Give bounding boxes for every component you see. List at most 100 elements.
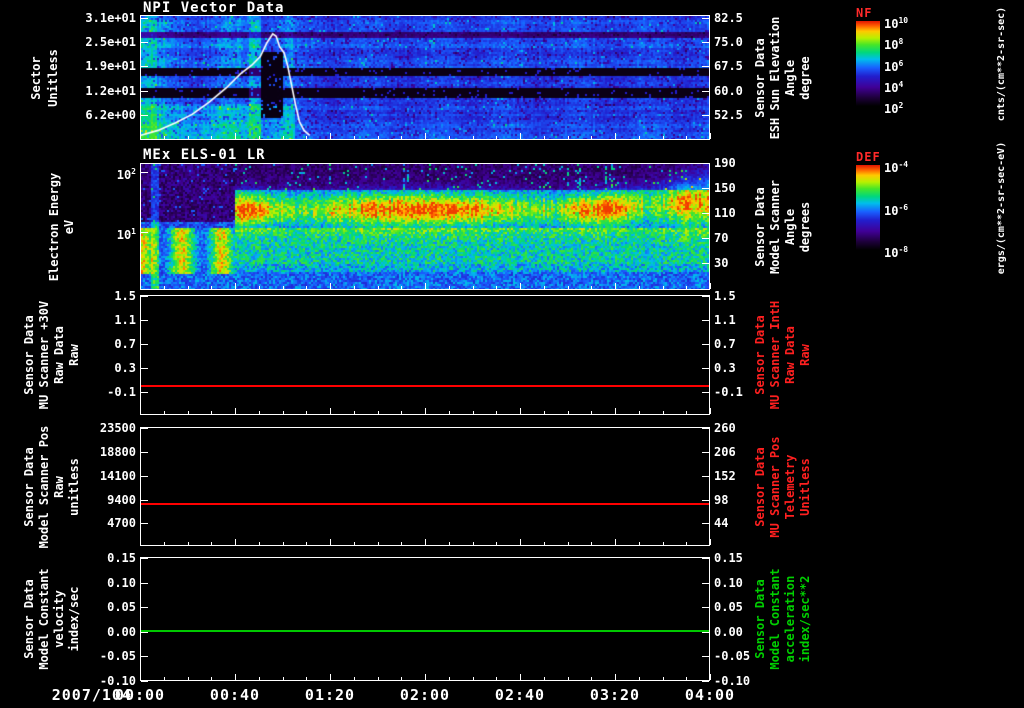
tick-mark bbox=[235, 674, 236, 680]
tick-mark bbox=[567, 286, 569, 289]
tick-mark bbox=[211, 286, 213, 289]
tick-mark bbox=[330, 408, 331, 414]
tick-mark bbox=[187, 136, 189, 139]
tick-mark bbox=[187, 542, 189, 545]
colorbar-tick-label: 1010 bbox=[884, 16, 909, 31]
tick-mark bbox=[702, 163, 709, 164]
tick-mark bbox=[710, 408, 711, 414]
tick-mark bbox=[282, 542, 284, 545]
tick-mark bbox=[702, 237, 709, 239]
tick-mark bbox=[702, 344, 709, 346]
tick-mark bbox=[141, 451, 148, 453]
tick-mark bbox=[591, 136, 593, 139]
tick-mark bbox=[377, 542, 379, 545]
tick-mark bbox=[543, 677, 545, 680]
tick-mark bbox=[141, 320, 148, 322]
tick-mark bbox=[702, 187, 709, 189]
data-line bbox=[141, 384, 709, 387]
tick-mark bbox=[702, 392, 709, 394]
tick-mark bbox=[141, 656, 148, 658]
tick-mark bbox=[543, 136, 545, 139]
tick-mark bbox=[496, 136, 498, 139]
tick-mark bbox=[282, 677, 284, 680]
tick-mark bbox=[567, 136, 569, 139]
tick-mark bbox=[448, 677, 450, 680]
tick-mark bbox=[662, 411, 664, 414]
npi-spectrogram-plot bbox=[140, 15, 710, 140]
tick-mark bbox=[702, 263, 709, 265]
tick-mark bbox=[235, 408, 236, 414]
x-tick-label: 04:00 bbox=[684, 686, 736, 704]
tick-mark bbox=[638, 542, 640, 545]
tick-mark bbox=[211, 411, 213, 414]
y-tick-label-left: 1.9e+01 bbox=[85, 59, 136, 74]
tick-mark bbox=[163, 677, 165, 680]
tick-mark bbox=[615, 283, 616, 289]
tick-mark bbox=[686, 677, 688, 680]
colorbar-def bbox=[856, 165, 880, 250]
tick-mark bbox=[401, 136, 403, 139]
tick-mark bbox=[141, 523, 148, 525]
tick-mark bbox=[520, 539, 521, 545]
tick-mark bbox=[141, 681, 148, 682]
tick-mark bbox=[425, 539, 426, 545]
tick-mark bbox=[141, 475, 148, 477]
tick-mark bbox=[140, 674, 141, 680]
tick-mark bbox=[211, 136, 213, 139]
tick-mark bbox=[448, 286, 450, 289]
tick-mark bbox=[520, 133, 521, 139]
tick-mark bbox=[496, 286, 498, 289]
tick-mark bbox=[141, 171, 148, 173]
tick-mark bbox=[306, 677, 308, 680]
tick-mark bbox=[235, 283, 236, 289]
tick-mark bbox=[702, 656, 709, 658]
tick-mark bbox=[638, 411, 640, 414]
tick-mark bbox=[472, 677, 474, 680]
tick-mark bbox=[702, 368, 709, 370]
tick-mark bbox=[448, 136, 450, 139]
tick-mark bbox=[282, 411, 284, 414]
tick-mark bbox=[141, 41, 148, 43]
tick-mark bbox=[163, 542, 165, 545]
tick-mark bbox=[163, 136, 165, 139]
tick-mark bbox=[163, 286, 165, 289]
tick-mark bbox=[615, 539, 616, 545]
tick-mark bbox=[377, 136, 379, 139]
tick-mark bbox=[235, 133, 236, 139]
tick-mark bbox=[686, 411, 688, 414]
tick-mark bbox=[401, 542, 403, 545]
colorbar-nf-label: NF bbox=[856, 6, 873, 20]
tick-mark bbox=[702, 66, 709, 68]
tick-mark bbox=[702, 499, 709, 501]
tick-mark bbox=[638, 286, 640, 289]
tick-mark bbox=[258, 677, 260, 680]
colorbar-tick-label: 10-4 bbox=[884, 160, 909, 175]
tick-mark bbox=[353, 286, 355, 289]
tick-mark bbox=[686, 542, 688, 545]
panel-npi-title: NPI Vector Data bbox=[143, 0, 285, 16]
tick-mark bbox=[306, 136, 308, 139]
tick-mark bbox=[520, 283, 521, 289]
tick-mark bbox=[702, 320, 709, 322]
tick-mark bbox=[702, 681, 709, 682]
tick-mark bbox=[187, 411, 189, 414]
tick-mark bbox=[330, 133, 331, 139]
tick-mark bbox=[306, 411, 308, 414]
tick-mark bbox=[377, 411, 379, 414]
tick-mark bbox=[591, 286, 593, 289]
tick-mark bbox=[258, 542, 260, 545]
tick-mark bbox=[591, 677, 593, 680]
tick-mark bbox=[567, 542, 569, 545]
npi-spectrogram-canvas bbox=[141, 16, 709, 139]
tick-mark bbox=[662, 677, 664, 680]
tick-mark bbox=[141, 90, 148, 92]
tick-mark bbox=[702, 115, 709, 116]
tick-mark bbox=[543, 542, 545, 545]
tick-mark bbox=[258, 136, 260, 139]
tick-mark bbox=[141, 392, 148, 394]
tick-mark bbox=[140, 133, 141, 139]
colorbar-tick-label: 104 bbox=[884, 79, 904, 95]
tick-mark bbox=[472, 542, 474, 545]
tick-mark bbox=[702, 17, 709, 19]
tick-mark bbox=[702, 475, 709, 477]
